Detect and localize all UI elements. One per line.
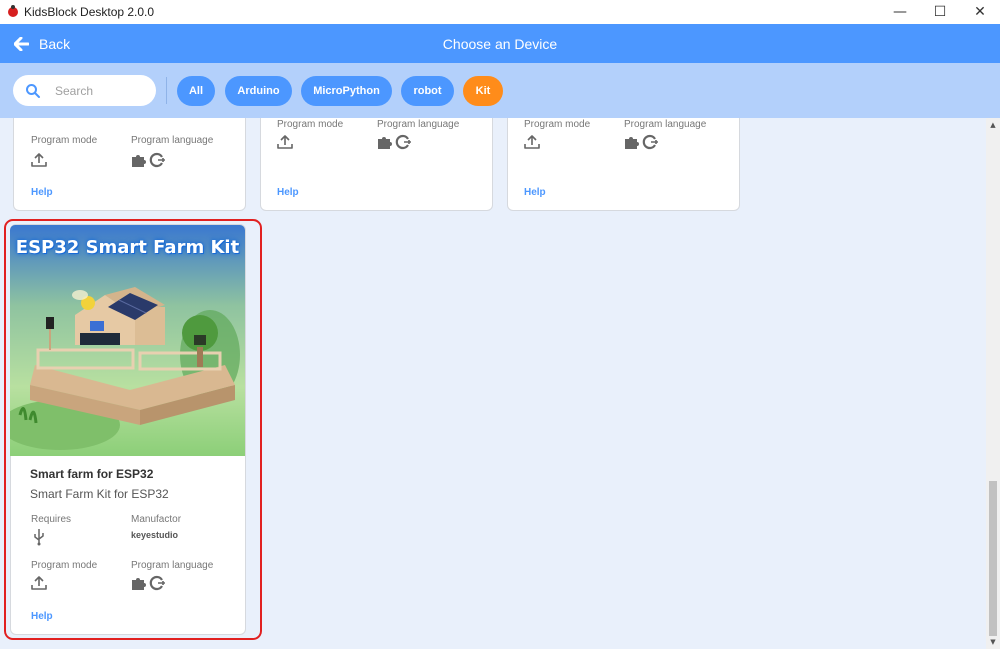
program-language-label: Program language (131, 135, 214, 146)
code-language-icon (642, 134, 658, 150)
filter-divider (166, 77, 167, 104)
program-mode-label: Program mode (524, 119, 591, 130)
upload-icon (277, 135, 293, 149)
help-link[interactable]: Help (277, 187, 299, 198)
scroll-up-arrow-icon[interactable]: ▲ (986, 118, 1000, 132)
filter-chip-kit[interactable]: Kit (463, 76, 503, 106)
maximize-button[interactable]: ☐ (920, 0, 960, 24)
code-language-icon (395, 134, 411, 150)
scroll-down-arrow-icon[interactable]: ▼ (986, 635, 1000, 649)
code-language-icon (149, 152, 165, 168)
program-language-label: Program language (624, 119, 707, 130)
selection-highlight (4, 219, 262, 640)
program-mode-label: Program mode (31, 135, 98, 146)
filter-chip-arduino[interactable]: Arduino (225, 76, 292, 106)
window-controls: — ☐ ✕ (880, 0, 1000, 24)
search-input[interactable] (53, 82, 147, 99)
vertical-scrollbar[interactable]: ▲ ▼ (986, 118, 1000, 649)
puzzle-icon (132, 155, 146, 167)
help-link[interactable]: Help (31, 187, 53, 198)
upload-icon (524, 135, 540, 149)
filter-chip-all[interactable]: All (177, 76, 215, 106)
upload-icon (31, 153, 47, 167)
filter-chip-micropython[interactable]: MicroPython (301, 76, 392, 106)
back-label: Back (39, 35, 71, 52)
filter-chip-robot[interactable]: robot (401, 76, 454, 106)
program-mode-label: Program mode (277, 119, 344, 130)
back-button[interactable]: Back (14, 24, 70, 63)
close-button[interactable]: ✕ (960, 0, 1000, 24)
header-bar: Choose an Device Back (0, 24, 1000, 63)
app-logo-icon (8, 5, 18, 17)
window-titlebar: KidsBlock Desktop 2.0.0 — ☐ ✕ (0, 0, 1000, 24)
puzzle-icon (378, 137, 392, 149)
window-title: KidsBlock Desktop 2.0.0 (24, 5, 155, 19)
minimize-button[interactable]: — (880, 0, 920, 24)
puzzle-icon (625, 137, 639, 149)
search-icon (26, 83, 40, 98)
page-title: Choose an Device (442, 35, 558, 52)
search-box[interactable] (13, 75, 156, 106)
scroll-thumb[interactable] (989, 481, 997, 636)
program-language-label: Program language (377, 119, 460, 130)
help-link[interactable]: Help (524, 187, 546, 198)
arrow-left-icon (14, 36, 29, 51)
